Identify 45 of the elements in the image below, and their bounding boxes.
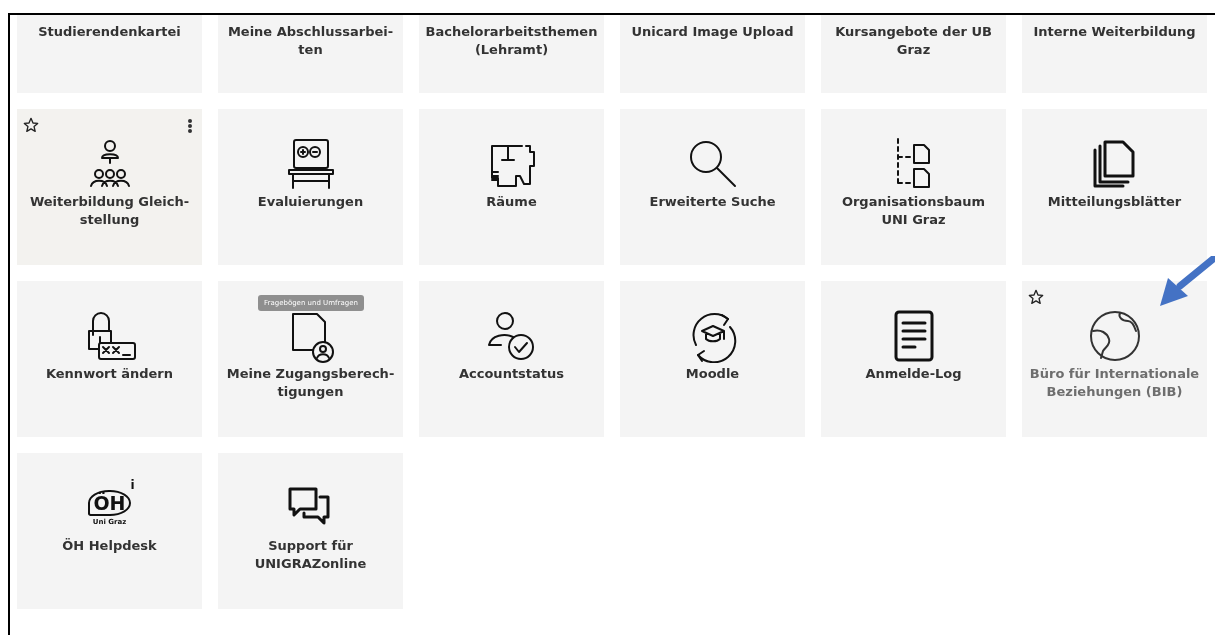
app-tile[interactable]: Kursangebote der UB Graz	[821, 15, 1006, 93]
tile-label: ÖH Helpdesk	[61, 537, 158, 555]
app-tile[interactable]: Moodle	[620, 281, 805, 437]
tile-label: Weiterbildung Gleich- stellung	[28, 193, 191, 229]
app-tile[interactable]: Bachelorarbeitsthemen (Lehramt)	[419, 15, 604, 93]
tile-label: Support für UNIGRAZonline	[253, 537, 368, 573]
app-tile[interactable]: Interne Weiterbildung	[1022, 15, 1207, 93]
tile-label: Meine Abschlussarbei- ten	[226, 23, 395, 59]
app-tile[interactable]: Kennwort ändern	[17, 281, 202, 437]
annotation-arrow	[1158, 256, 1215, 308]
more-icon[interactable]	[188, 119, 192, 133]
logo-info-mark: i	[130, 478, 135, 492]
tile-label: Kursangebote der UB Graz	[834, 23, 993, 59]
tile-label: Büro für Internationale Beziehungen (BIB)	[1028, 365, 1201, 401]
tile-label: Bachelorarbeitsthemen (Lehramt)	[424, 23, 599, 59]
tile-label: Meine Zugangsberech- tigungen	[225, 365, 396, 401]
app-tile[interactable]: Organisationsbaum UNI Graz	[821, 109, 1006, 265]
app-tile[interactable]: Accountstatus	[419, 281, 604, 437]
tile-label: Studierendenkartei	[37, 23, 182, 41]
app-tile[interactable]: Studierendenkartei	[17, 15, 202, 93]
tile-label: Anmelde-Log	[864, 365, 963, 383]
app-tile[interactable]: Meine Abschlussarbei- ten	[218, 15, 403, 93]
tile-label: Evaluierungen	[256, 193, 365, 211]
app-tile[interactable]: Büro für Internationale Beziehungen (BIB)	[1022, 281, 1207, 437]
app-tile[interactable]: Unicard Image Upload	[620, 15, 805, 93]
tile-label: Organisationsbaum UNI Graz	[840, 193, 987, 229]
tile-label: Moodle	[684, 365, 741, 383]
tile-label: Räume	[485, 193, 538, 211]
tile-label: Mitteilungsblätter	[1046, 193, 1183, 211]
tile-label: Erweiterte Suche	[648, 193, 777, 211]
logo-text: ÖH	[88, 490, 131, 516]
star-icon[interactable]	[23, 117, 39, 133]
app-tile[interactable]: Anmelde-Log	[821, 281, 1006, 437]
app-tile[interactable]: Mitteilungsblätter	[1022, 109, 1207, 265]
app-tile[interactable]: Weiterbildung Gleich- stellung	[17, 109, 202, 265]
app-tile[interactable]: Räume	[419, 109, 604, 265]
star-icon[interactable]	[1028, 289, 1044, 305]
tile-label: Interne Weiterbildung	[1032, 23, 1197, 41]
tile-label: Unicard Image Upload	[630, 23, 795, 41]
globe-icon	[1087, 309, 1142, 363]
app-tile[interactable]: Support für UNIGRAZonline	[218, 453, 403, 609]
app-tile[interactable]: Evaluierungen	[218, 109, 403, 265]
tile-label: Kennwort ändern	[44, 365, 175, 383]
tile-label: Accountstatus	[457, 365, 566, 383]
app-tile[interactable]: Erweiterte Suche	[620, 109, 805, 265]
